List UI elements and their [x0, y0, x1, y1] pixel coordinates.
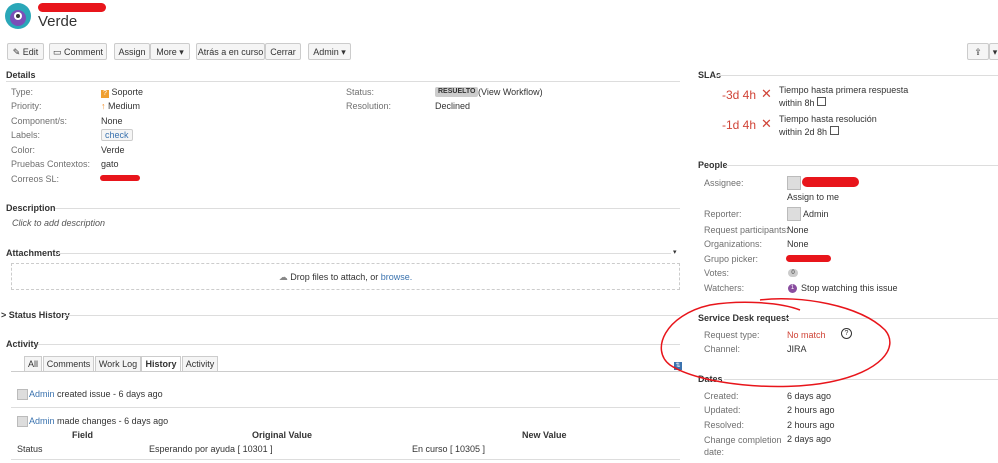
red-annotation-circle [660, 298, 891, 388]
